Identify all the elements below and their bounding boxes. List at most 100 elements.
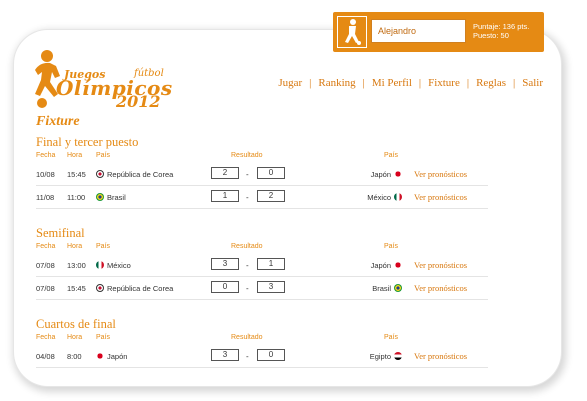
ver-pronosticos-link[interactable]: Ver pronósticos bbox=[414, 169, 467, 179]
away-team-name: México bbox=[367, 193, 391, 202]
header-hora: Hora bbox=[67, 152, 83, 159]
nav-separator: | bbox=[362, 77, 365, 89]
nav-salir[interactable]: Salir bbox=[522, 77, 543, 89]
username-field: Alejandro bbox=[371, 19, 466, 43]
user-stats: Puntaje: 136 pts. Puesto: 50 bbox=[473, 22, 529, 40]
header-pais-2: País bbox=[384, 152, 399, 159]
match-date: 10/08 bbox=[36, 170, 55, 179]
table-row: 07/08 15:45 República de Corea 0 - 3 Bra… bbox=[36, 277, 488, 300]
table-header: Fecha Hora País Resultado País bbox=[36, 149, 488, 163]
egypt-flag-icon bbox=[394, 352, 402, 360]
section-cuartos: Cuartos de final Fecha Hora País Resulta… bbox=[36, 317, 488, 368]
away-team-name: Japón bbox=[370, 261, 391, 270]
match-date: 07/08 bbox=[36, 261, 55, 270]
mexico-flag-icon bbox=[394, 193, 402, 201]
home-team: República de Corea bbox=[96, 170, 173, 179]
table-header: Fecha Hora País Resultado País bbox=[36, 240, 488, 254]
away-team: Brasil bbox=[372, 284, 402, 293]
score-separator: - bbox=[246, 261, 249, 270]
nav-reglas[interactable]: Reglas bbox=[476, 77, 506, 89]
nav-separator: | bbox=[466, 77, 470, 89]
header-resultado: Resultado bbox=[231, 152, 263, 159]
table-row: 11/08 11:00 Brasil 1 - 2 México Ver pron… bbox=[36, 186, 488, 209]
match-time: 15:45 bbox=[67, 284, 86, 293]
away-score-input: 1 bbox=[257, 258, 285, 270]
nav-fixture[interactable]: Fixture bbox=[428, 77, 460, 89]
match-date: 07/08 bbox=[36, 284, 55, 293]
nav-separator: | bbox=[418, 77, 422, 89]
ver-pronosticos-link[interactable]: Ver pronósticos bbox=[414, 192, 467, 202]
away-team-name: Brasil bbox=[372, 284, 391, 293]
header-pais: País bbox=[96, 152, 111, 159]
ver-pronosticos-link[interactable]: Ver pronósticos bbox=[414, 351, 467, 361]
score-separator: - bbox=[246, 352, 249, 361]
section-final: Final y tercer puesto Fecha Hora País Re… bbox=[36, 135, 488, 209]
nav-jugar[interactable]: Jugar bbox=[278, 77, 302, 89]
match-time: 8:00 bbox=[67, 352, 82, 361]
header-hora: Hora bbox=[67, 334, 83, 341]
header-pais: País bbox=[96, 334, 111, 341]
ver-pronosticos-link[interactable]: Ver pronósticos bbox=[414, 283, 467, 293]
nav-separator: | bbox=[309, 77, 312, 89]
header-hora: Hora bbox=[67, 243, 83, 250]
nav-separator: | bbox=[513, 77, 516, 89]
table-row: 04/08 8:00 Japón 3 - 0 Egipto Ver pronós… bbox=[36, 345, 488, 368]
section-title: Semifinal bbox=[36, 226, 85, 240]
logo-text-year: 2012 bbox=[116, 92, 161, 111]
nav-mi-perfil[interactable]: Mi Perfil bbox=[372, 77, 412, 89]
home-team-name: República de Corea bbox=[107, 284, 174, 293]
user-panel: Alejandro Puntaje: 136 pts. Puesto: 50 bbox=[333, 12, 544, 52]
user-score: Puntaje: 136 pts. bbox=[473, 22, 530, 31]
match-time: 15:45 bbox=[67, 170, 86, 179]
header-fecha: Fecha bbox=[36, 152, 56, 159]
table-row: 07/08 13:00 México 3 - 1 Japón Ver pronó… bbox=[36, 254, 488, 277]
home-team: México bbox=[96, 261, 131, 270]
score-separator: - bbox=[246, 170, 249, 179]
japan-flag-icon bbox=[394, 261, 402, 269]
header-pais-2: País bbox=[384, 243, 399, 250]
user-position: Puesto: 50 bbox=[473, 31, 509, 40]
home-team-name: Brasil bbox=[107, 193, 126, 202]
brazil-flag-icon bbox=[96, 193, 104, 201]
away-team-name: Egipto bbox=[369, 352, 391, 361]
home-team: República de Corea bbox=[96, 284, 173, 293]
home-score-input: 2 bbox=[211, 167, 239, 179]
away-team: Egipto bbox=[370, 352, 402, 361]
header-resultado: Resultado bbox=[231, 334, 263, 341]
home-team-name: República de Corea bbox=[107, 170, 174, 179]
table-header: Fecha Hora País Resultado País bbox=[36, 331, 488, 345]
header-pais: País bbox=[96, 243, 111, 250]
home-score-input: 1 bbox=[211, 190, 239, 202]
home-team-name: México bbox=[107, 261, 131, 270]
away-team: México bbox=[367, 193, 402, 202]
korea-flag-icon bbox=[96, 284, 104, 292]
away-score-input: 0 bbox=[257, 167, 285, 179]
page-title: Fixture bbox=[36, 114, 80, 129]
home-score-input: 0 bbox=[211, 281, 239, 293]
header-resultado: Resultado bbox=[231, 243, 263, 250]
away-score-input: 2 bbox=[257, 190, 285, 202]
away-team-name: Japón bbox=[370, 170, 391, 179]
match-time: 13:00 bbox=[67, 261, 86, 270]
main-nav: Jugar | Ranking | Mi Perfil | Fixture | Reglas | S… bbox=[278, 77, 543, 89]
section-title: Final y tercer puesto bbox=[36, 135, 139, 149]
japan-flag-icon bbox=[394, 170, 402, 178]
header-pais-2: País bbox=[384, 334, 399, 341]
match-date: 04/08 bbox=[36, 352, 55, 361]
away-score-input: 0 bbox=[257, 349, 285, 361]
section-semifinal: Semifinal Fecha Hora País Resultado País… bbox=[36, 226, 488, 300]
player-avatar-icon bbox=[337, 16, 367, 48]
korea-flag-icon bbox=[96, 170, 104, 178]
away-score-input: 3 bbox=[257, 281, 285, 293]
table-row: 10/08 15:45 República de Corea 2 - 0 Jap… bbox=[36, 163, 488, 186]
score-separator: - bbox=[246, 193, 249, 202]
match-date: 11/08 bbox=[36, 193, 55, 202]
mexico-flag-icon bbox=[96, 261, 104, 269]
home-score-input: 3 bbox=[211, 349, 239, 361]
ver-pronosticos-link[interactable]: Ver pronósticos bbox=[414, 260, 467, 270]
home-team: Japón bbox=[96, 352, 127, 361]
away-team: Japón bbox=[371, 170, 402, 179]
home-team: Brasil bbox=[96, 193, 126, 202]
nav-ranking[interactable]: Ranking bbox=[318, 77, 355, 89]
match-time: 11:00 bbox=[67, 193, 86, 202]
